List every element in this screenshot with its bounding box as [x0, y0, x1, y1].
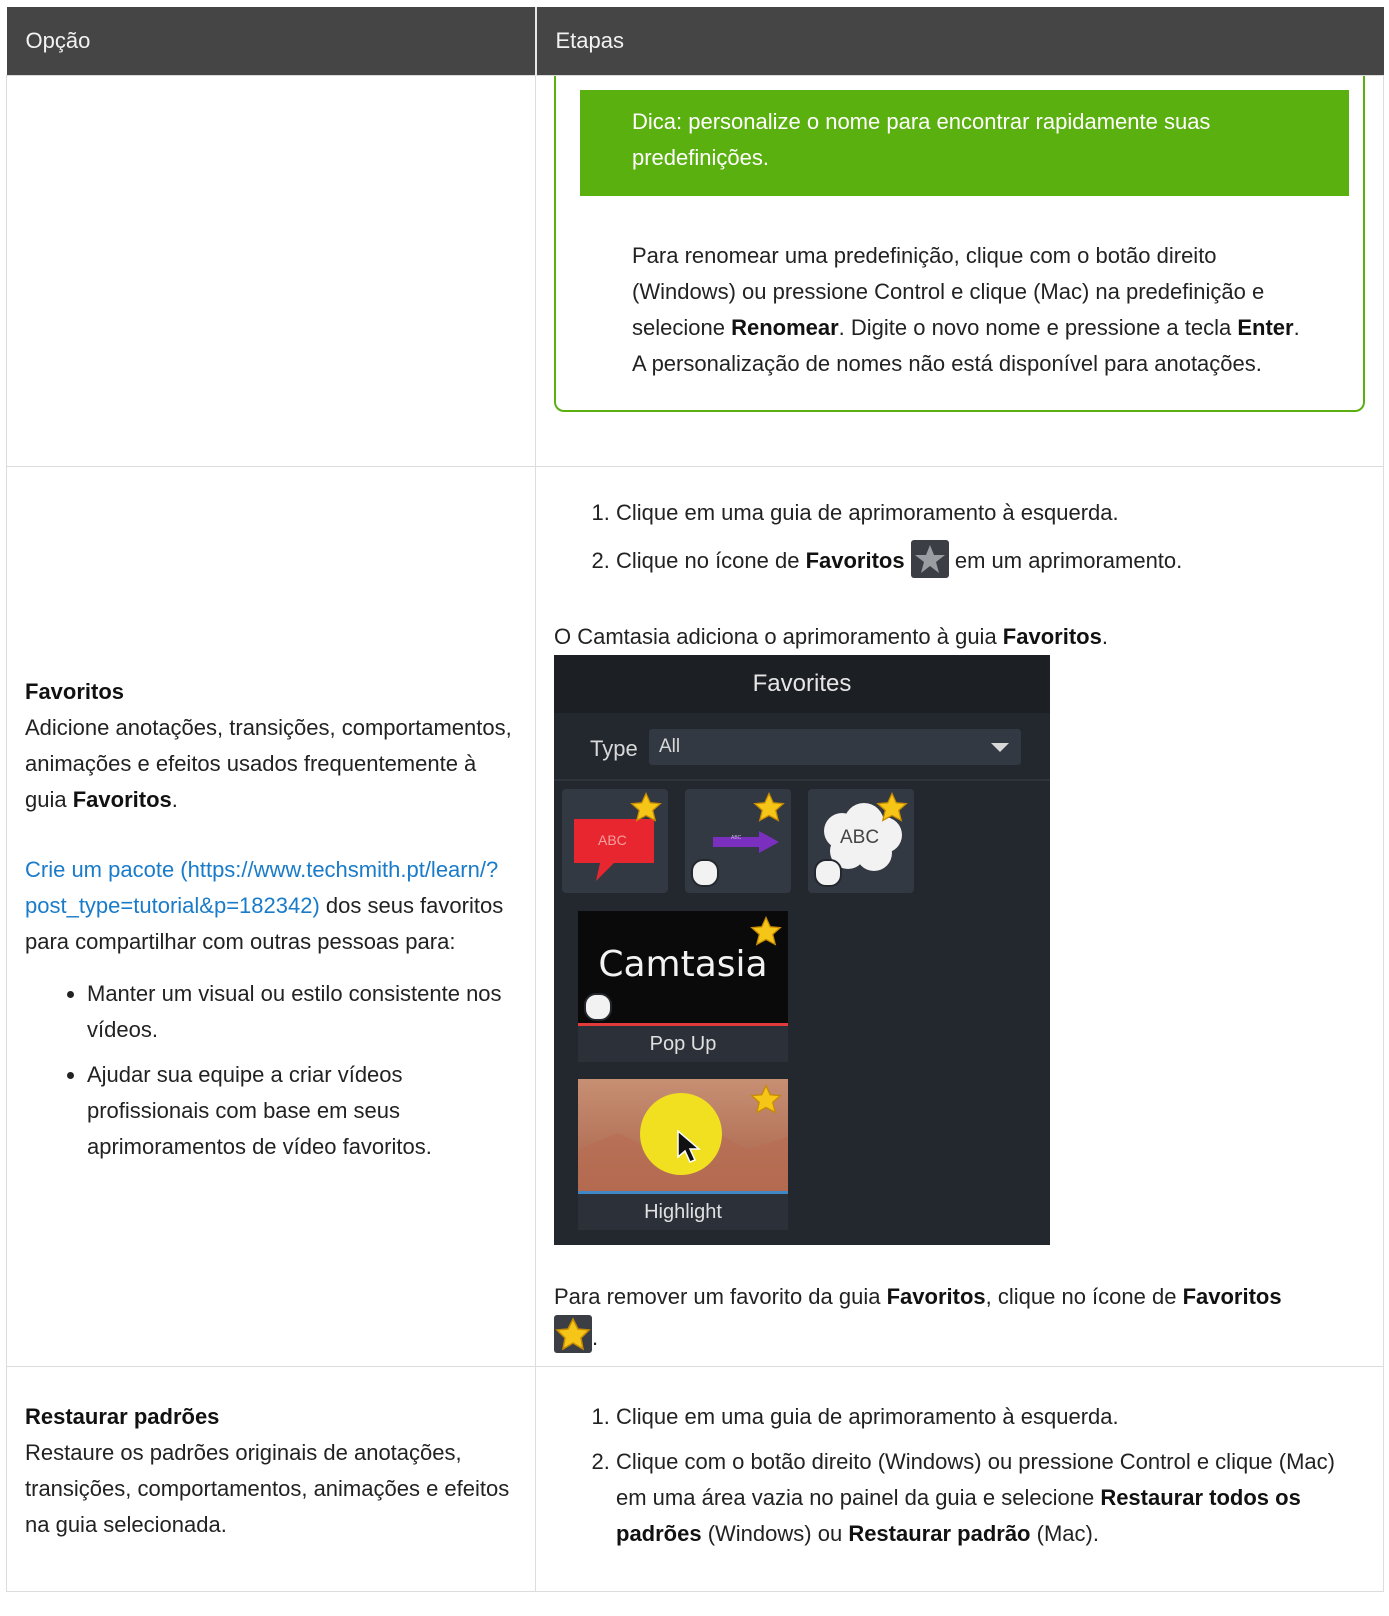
header-etapas: Etapas: [535, 7, 1384, 76]
result-text: O Camtasia adiciona o aprimoramento à gu…: [554, 619, 1365, 655]
restore-step2-end: (Mac).: [1030, 1521, 1099, 1546]
restaurar-title: Restaurar padrões: [25, 1404, 220, 1429]
remove-text-c: , clique no ícone de: [985, 1284, 1183, 1309]
type-filter-row: Type All: [554, 713, 1050, 781]
popup-preview: Camtasia: [578, 911, 788, 1026]
result-bold: Favoritos: [1002, 624, 1102, 649]
list-item: Clique em uma guia de aprimoramento à es…: [616, 1399, 1365, 1435]
favoritos-description: Favoritos Adicione anotações, transições…: [25, 660, 517, 1165]
step2-bold: Favoritos: [805, 548, 905, 573]
step2-text: Clique no ícone de: [616, 548, 806, 573]
star-filled-icon: [554, 1315, 592, 1353]
result-end: .: [1101, 624, 1108, 649]
row2-steps-cell: Clique em uma guia de aprimoramento à es…: [535, 466, 1384, 1367]
favorites-panel: Favorites Type All ABC ABC ABC Camtasia …: [554, 655, 1050, 1245]
favorite-tile-popup[interactable]: Camtasia Pop Up: [578, 911, 788, 1062]
row3-option-cell: Restaurar padrões Restaure os padrões or…: [6, 1366, 536, 1592]
favoritos-desc-bold: Favoritos: [72, 786, 172, 812]
list-item: Manter um visual ou estilo consistente n…: [87, 976, 517, 1048]
user-icon: [584, 993, 612, 1021]
favorite-tile-arrow[interactable]: ABC: [685, 789, 791, 893]
favorites-panel-title: Favorites: [554, 655, 1050, 713]
remove-text-a: Para remover um favorito da guia: [554, 1284, 887, 1309]
speech-bubble-icon: [574, 819, 654, 881]
callout-text: ABC: [598, 832, 627, 848]
restore-step2-mid: (Windows) ou: [701, 1521, 849, 1546]
row1-steps-cell: Dica: personalize o nome para encontrar …: [535, 75, 1384, 467]
type-label: Type: [590, 736, 638, 761]
rename-bold: Renomear: [731, 315, 839, 340]
restaurar-steps: Clique em uma guia de aprimoramento à es…: [554, 1399, 1365, 1552]
remove-end: .: [592, 1325, 599, 1350]
user-icon: [691, 859, 719, 887]
highlight-label: Highlight: [644, 1201, 722, 1223]
restore-bold-2: Restaurar padrão: [848, 1521, 1031, 1546]
favoritos-desc-end: .: [171, 786, 178, 812]
rename-text-2: . Digite o novo nome e pressione a tecla: [838, 315, 1238, 340]
remove-favorite-text: Para remover um favorito da guia Favorit…: [554, 1279, 1365, 1356]
star-icon: [630, 792, 662, 822]
arrow-icon: [713, 831, 779, 853]
table-header-row: Opção Etapas: [6, 7, 1384, 76]
star-outline-icon: [910, 540, 949, 578]
tip-box: Dica: personalize o nome para encontrar …: [554, 76, 1365, 412]
type-select[interactable]: All: [649, 729, 1021, 765]
user-icon: [814, 859, 842, 887]
list-item: Ajudar sua equipe a criar vídeos profiss…: [87, 1057, 517, 1165]
favorite-tile-highlight[interactable]: Highlight: [578, 1079, 788, 1230]
restaurar-desc: Restaure os padrões originais de anotaçõ…: [25, 1440, 510, 1537]
favoritos-desc: Adicione anotações, transições, comporta…: [25, 710, 517, 818]
chevron-down-icon: [991, 743, 1009, 752]
remove-bold-1: Favoritos: [886, 1284, 986, 1309]
camtasia-text: Camtasia: [598, 944, 768, 985]
cursor-icon: [677, 1129, 702, 1163]
favorite-tile-callout[interactable]: ABC: [562, 789, 668, 893]
popup-label: Pop Up: [649, 1033, 717, 1055]
table-row: Dica: personalize o nome para encontrar …: [6, 75, 1384, 467]
row3-steps-cell: Clique em uma guia de aprimoramento à es…: [535, 1366, 1384, 1592]
header-opcao: Opção: [6, 7, 537, 76]
arrow-text: ABC: [731, 835, 742, 841]
star-icon: [750, 916, 782, 946]
result-text-a: O Camtasia adiciona o aprimoramento à gu…: [554, 624, 1003, 649]
favoritos-steps: Clique em uma guia de aprimoramento à es…: [554, 495, 1365, 579]
tip-banner: Dica: personalize o nome para encontrar …: [580, 90, 1349, 196]
options-table: Opção Etapas Dica: personalize o nome pa…: [6, 7, 1384, 1592]
star-icon: [750, 1084, 782, 1114]
type-select-value: All: [659, 736, 681, 757]
list-item: Clique em uma guia de aprimoramento à es…: [616, 495, 1365, 531]
row2-option-cell: Favoritos Adicione anotações, transições…: [6, 466, 536, 1367]
star-icon: [753, 792, 785, 822]
row1-option-cell: [6, 75, 536, 467]
table-row: Restaurar padrões Restaure os padrões or…: [6, 1366, 1384, 1592]
highlight-preview: [578, 1079, 788, 1194]
step2-end: em um aprimoramento.: [948, 548, 1183, 573]
favorite-tile-cloud[interactable]: ABC: [808, 789, 914, 893]
cloud-text: ABC: [840, 827, 880, 848]
list-item: Clique no ícone de Favoritos em um aprim…: [616, 540, 1365, 579]
list-item: Clique com o botão direito (Windows) ou …: [616, 1444, 1365, 1552]
benefits-list: Manter um visual ou estilo consistente n…: [25, 976, 517, 1165]
page: Opção Etapas Dica: personalize o nome pa…: [0, 0, 1389, 1616]
table-row: Favoritos Adicione anotações, transições…: [6, 466, 1384, 1367]
package-paragraph: Crie um pacote (https://www.techsmith.pt…: [25, 852, 517, 960]
remove-bold-2: Favoritos: [1182, 1284, 1282, 1309]
enter-bold: Enter: [1237, 315, 1294, 340]
rename-instructions: Para renomear uma predefinição, clique c…: [580, 196, 1349, 382]
favoritos-title: Favoritos: [25, 678, 125, 704]
star-icon: [876, 792, 908, 822]
